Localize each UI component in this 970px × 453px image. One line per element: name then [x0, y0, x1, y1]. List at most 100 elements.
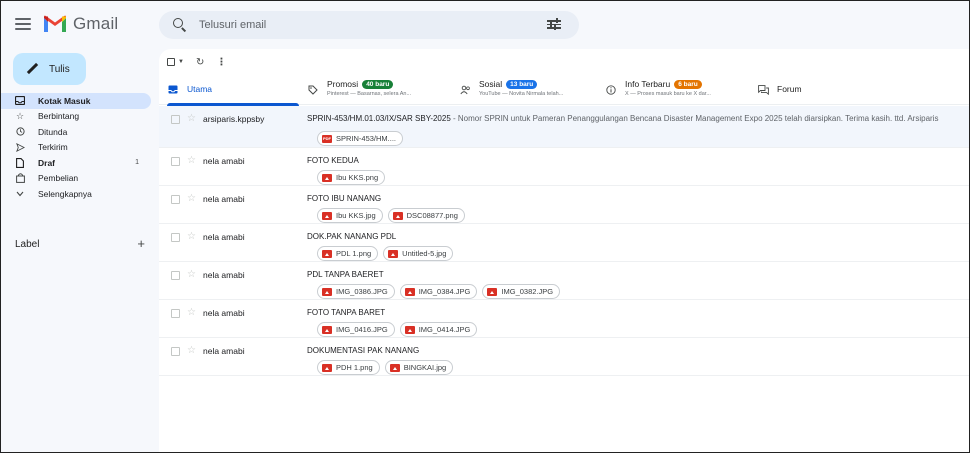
- sidebar-item-label: Pembelian: [38, 173, 79, 184]
- inbox-icon: [167, 83, 179, 96]
- star-icon[interactable]: ☆: [187, 269, 196, 280]
- sidebar-item-label: Terkirim: [38, 142, 68, 153]
- email-row[interactable]: ☆ nela amabi FOTO TANPA BARET IMG_0416.J…: [159, 300, 969, 338]
- sidebar-item-more[interactable]: Selengkapnya: [1, 186, 151, 202]
- attachment-chip[interactable]: PDL 1.png: [317, 246, 379, 261]
- row-checkbox[interactable]: [171, 233, 180, 242]
- email-subject-line: SPRIN-453/HM.01.03/IX/SAR SBY-2025 - Nom…: [307, 114, 938, 123]
- attachment-list: PDL 1.png Untitled-5.jpg: [317, 246, 458, 261]
- star-icon[interactable]: ☆: [187, 345, 196, 356]
- attachment-chip[interactable]: Ibu KKS.png: [317, 170, 386, 185]
- email-sender: nela amabi: [203, 270, 245, 280]
- email-row[interactable]: ☆ arsiparis.kppsby SPRIN-453/HM.01.03/IX…: [159, 106, 969, 148]
- sidebar-item-purchases[interactable]: Pembelian: [1, 171, 151, 187]
- search-icon[interactable]: [171, 16, 189, 34]
- inbox-icon: [15, 96, 25, 106]
- email-subject: FOTO KEDUA: [307, 156, 359, 165]
- image-file-icon: [389, 363, 400, 372]
- search-options-icon[interactable]: [547, 18, 561, 30]
- clock-icon: [15, 127, 25, 137]
- email-subject: FOTO IBU NANANG: [307, 194, 382, 203]
- attachment-name: IMG_0382.JPG: [501, 287, 554, 296]
- image-file-icon: [322, 363, 332, 372]
- email-sender: nela amabi: [203, 194, 245, 204]
- email-row[interactable]: ☆ nela amabi DOKUMENTASI PAK NANANG PDH …: [159, 338, 969, 376]
- attachment-chip[interactable]: DSC08877.png: [387, 208, 465, 223]
- new-count-badge: 13 baru: [506, 79, 538, 89]
- search-bar[interactable]: [159, 11, 579, 39]
- email-subject: DOKUMENTASI PAK NANANG: [307, 346, 420, 355]
- row-checkbox[interactable]: [171, 157, 180, 166]
- row-checkbox[interactable]: [171, 195, 180, 204]
- select-dropdown-icon[interactable]: ▼: [178, 59, 184, 65]
- tab-forums[interactable]: Forum: [757, 75, 877, 105]
- email-row[interactable]: ☆ nela amabi DOK.PAK NANANG PDL PDL 1.pn…: [159, 224, 969, 262]
- top-bar: Gmail: [1, 1, 969, 49]
- email-row[interactable]: ☆ nela amabi PDL TANPA BAERET IMG_0386.J…: [159, 262, 969, 300]
- email-subject: DOK.PAK NANANG PDL: [307, 232, 397, 241]
- image-file-icon: [487, 287, 498, 296]
- tab-primary[interactable]: Utama: [167, 75, 299, 106]
- sidebar-item-sent[interactable]: Terkirim: [1, 140, 151, 156]
- tab-updates[interactable]: Info Terbaru 6 baru X — Proses masuk baru…: [605, 75, 745, 105]
- star-icon[interactable]: ☆: [187, 155, 196, 166]
- add-label-icon[interactable]: +: [137, 237, 145, 250]
- email-row[interactable]: ☆ nela amabi FOTO IBU NANANG Ibu KKS.jpg…: [159, 186, 969, 224]
- draft-icon: [15, 157, 25, 168]
- image-file-icon: [322, 211, 332, 220]
- search-input[interactable]: [199, 19, 519, 31]
- tab-label: Sosial: [479, 79, 503, 89]
- category-tabs: Utama Promosi 40 baru Pinterest — Basarna…: [159, 75, 969, 106]
- tab-promotions[interactable]: Promosi 40 baru Pinterest — Basarnas, sel…: [307, 75, 447, 105]
- attachment-name: IMG_0414.JPG: [418, 325, 471, 334]
- attachment-chip[interactable]: IMG_0416.JPG: [317, 322, 395, 337]
- tab-social[interactable]: Sosial 13 baru YouTube — Novita Nirmala t…: [459, 75, 597, 105]
- more-options-icon[interactable]: ⋮: [216, 57, 226, 68]
- star-icon[interactable]: ☆: [187, 113, 196, 124]
- sidebar-item-starred[interactable]: ☆ Berbintang: [1, 109, 151, 125]
- attachment-chip[interactable]: PDF SPRIN-453/HM....: [317, 131, 404, 146]
- attachment-chip[interactable]: IMG_0414.JPG: [399, 322, 478, 337]
- star-icon[interactable]: ☆: [187, 193, 196, 204]
- send-icon: [15, 142, 25, 152]
- tag-icon: [307, 83, 319, 97]
- row-checkbox[interactable]: [171, 309, 180, 318]
- sidebar-item-snoozed[interactable]: Ditunda: [1, 124, 151, 140]
- attachment-chip[interactable]: IMG_0384.JPG: [399, 284, 478, 299]
- sidebar-nav: Kotak Masuk ☆ Berbintang Ditunda Terkiri…: [1, 93, 156, 202]
- attachment-list: Ibu KKS.png: [317, 170, 390, 185]
- image-file-icon: [392, 211, 403, 220]
- refresh-icon[interactable]: ↻: [196, 57, 204, 68]
- attachment-list: IMG_0416.JPG IMG_0414.JPG: [317, 322, 482, 337]
- attachment-chip[interactable]: Ibu KKS.jpg: [317, 208, 383, 223]
- compose-button[interactable]: Tulis: [13, 53, 86, 85]
- sidebar-item-label: Selengkapnya: [38, 188, 92, 199]
- attachment-name: PDL 1.png: [336, 249, 372, 258]
- tab-preview: YouTube — Novita Nirmala telah...: [479, 91, 564, 97]
- image-file-icon: [388, 249, 399, 258]
- attachment-chip[interactable]: Untitled-5.jpg: [383, 246, 454, 261]
- attachment-chip[interactable]: IMG_0386.JPG: [317, 284, 395, 299]
- labels-title: Label: [15, 238, 40, 250]
- row-checkbox[interactable]: [171, 115, 180, 124]
- attachment-list: PDH 1.png BINGKAI.jpg: [317, 360, 458, 375]
- star-icon[interactable]: ☆: [187, 307, 196, 318]
- sidebar-item-inbox[interactable]: Kotak Masuk: [1, 93, 151, 109]
- email-row[interactable]: ☆ nela amabi FOTO KEDUA Ibu KKS.png: [159, 148, 969, 186]
- main-menu-icon[interactable]: [13, 15, 33, 33]
- pdf-file-icon: PDF: [322, 134, 332, 143]
- email-sender: nela amabi: [203, 232, 245, 242]
- gmail-logo[interactable]: Gmail: [43, 13, 118, 35]
- star-icon[interactable]: ☆: [187, 231, 196, 242]
- chevron-down-icon: [15, 189, 25, 199]
- star-icon: ☆: [15, 110, 25, 121]
- sidebar-item-drafts[interactable]: Draf 1: [1, 155, 151, 171]
- attachment-chip[interactable]: IMG_0382.JPG: [482, 284, 561, 299]
- image-file-icon: [404, 325, 415, 334]
- attachment-chip[interactable]: BINGKAI.jpg: [384, 360, 454, 375]
- row-checkbox[interactable]: [171, 347, 180, 356]
- attachment-name: BINGKAI.jpg: [403, 363, 447, 372]
- select-all-checkbox[interactable]: [167, 58, 175, 66]
- row-checkbox[interactable]: [171, 271, 180, 280]
- attachment-chip[interactable]: PDH 1.png: [317, 360, 380, 375]
